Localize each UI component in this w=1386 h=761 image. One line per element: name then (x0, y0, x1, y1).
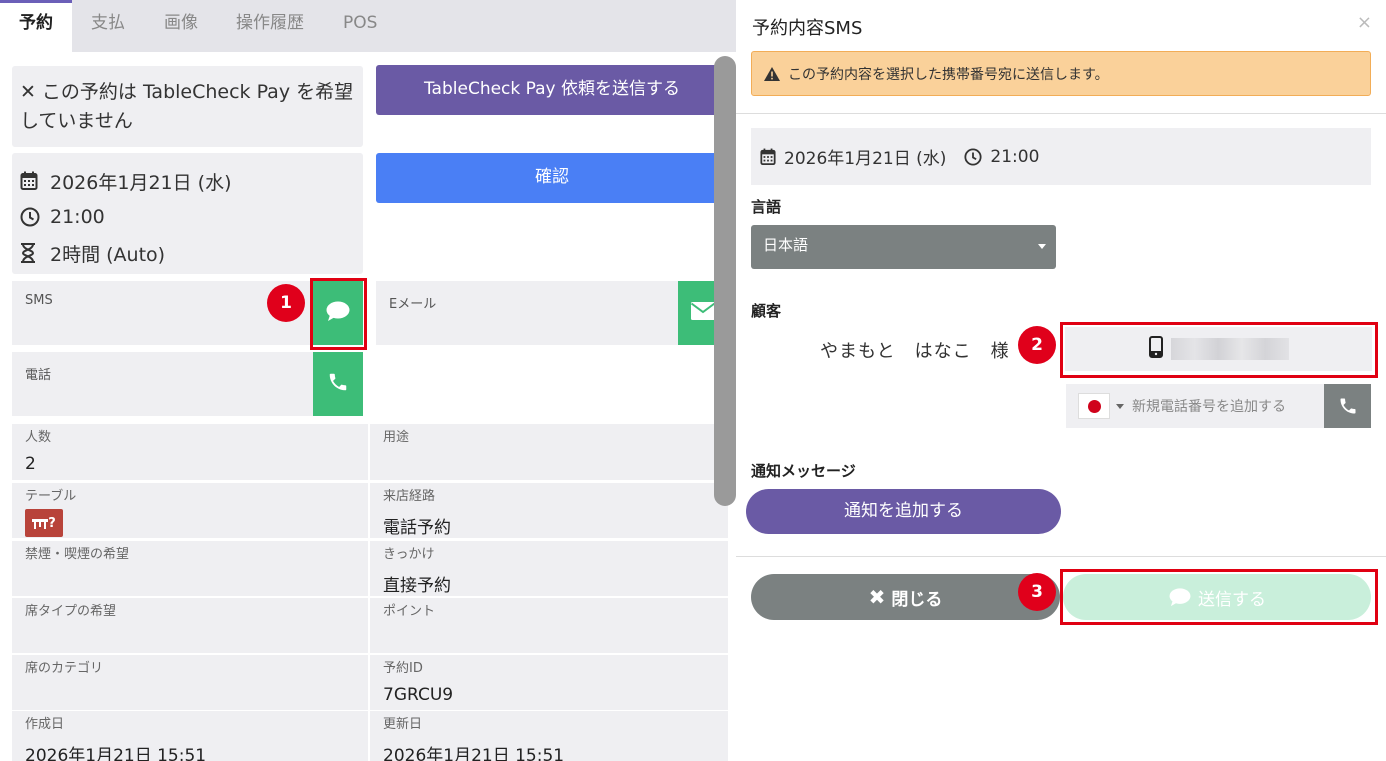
tab-history[interactable]: 操作履歴 (217, 0, 323, 52)
phone-icon (1340, 398, 1355, 414)
close-button-label: 閉じる (891, 589, 943, 610)
detail-key: テーブル (25, 489, 77, 504)
detail-purpose: 用途 (370, 424, 728, 480)
detail-value: 2026年1月21日 15:51 (383, 746, 565, 761)
sms-modal: 予約内容SMS × この予約内容を選択した携帯番号宛に送信します。 2026年1… (736, 0, 1386, 761)
detail-party-size: 人数 2 (12, 424, 368, 480)
email-contact-card: Eメール (376, 281, 728, 345)
customer-label: 顧客 (751, 302, 782, 320)
detail-seat-category: 席のカテゴリ (12, 655, 368, 710)
japan-flag-icon[interactable] (1078, 393, 1110, 419)
detail-key: 作成日 (25, 717, 65, 732)
envelope-icon (690, 301, 716, 325)
x-icon: ✖ (868, 585, 886, 609)
scrollbar[interactable] (714, 56, 736, 506)
detail-key: 席のカテゴリ (25, 661, 104, 676)
detail-value: 2 (25, 454, 36, 474)
reservation-duration: 2時間 (Auto) (50, 243, 166, 266)
modal-date: 2026年1月21日 (水) (784, 149, 947, 169)
new-phone-input[interactable]: 新規電話番号を追加する (1132, 396, 1286, 416)
modal-time: 21:00 (990, 146, 1040, 167)
send-pay-request-button[interactable]: TableCheck Pay 依頼を送信する (376, 65, 728, 115)
detail-key: 用途 (383, 430, 410, 445)
phone-icon (327, 371, 349, 397)
new-phone-input-group: 新規電話番号を追加する (1066, 384, 1371, 428)
pay-status-text: この予約は TableCheck Pay を希望していません (20, 81, 354, 132)
detail-smoking: 禁煙・喫煙の希望 (12, 541, 368, 596)
tab-bar: 予約 支払 画像 操作履歴 POS (0, 0, 736, 52)
tab-payment[interactable]: 支払 (72, 0, 144, 52)
warning-icon (764, 66, 780, 81)
detail-value: 直接予約 (383, 576, 451, 596)
highlight-box-2 (1060, 322, 1378, 378)
detail-key: 予約ID (383, 661, 423, 676)
calendar-icon (760, 148, 776, 166)
alert-text: この予約内容を選択した携帯番号宛に送信します。 (788, 66, 1109, 83)
phone-label: 電話 (25, 368, 52, 383)
detail-value: 7GRCU9 (383, 685, 454, 705)
clock-icon (20, 207, 46, 227)
callout-2: 2 (1018, 326, 1056, 364)
hourglass-icon (20, 243, 46, 263)
detail-reservation-id: 予約ID 7GRCU9 (370, 655, 728, 710)
callout-1: 1 (267, 284, 305, 322)
callout-3: 3 (1018, 573, 1056, 611)
detail-key: 来店経路 (383, 489, 436, 504)
warning-alert: この予約内容を選択した携帯番号宛に送信します。 (751, 51, 1371, 96)
reservation-date: 2026年1月21日 (水) (50, 171, 232, 194)
tab-images[interactable]: 画像 (145, 0, 217, 52)
detail-key: 禁煙・喫煙の希望 (25, 547, 130, 562)
phone-contact-card: 電話 (12, 352, 363, 416)
detail-table: テーブル ? (12, 483, 368, 538)
detail-key: 人数 (25, 430, 52, 445)
badge-label: ? (48, 515, 56, 531)
detail-key: ポイント (383, 604, 436, 619)
detail-seat-type: 席タイプの希望 (12, 598, 368, 653)
datetime-card: 2026年1月21日 (水) 21:00 2時間 (Auto) (12, 153, 363, 274)
reservation-time: 21:00 (50, 206, 105, 228)
calendar-icon (20, 171, 46, 191)
modal-datetime: 2026年1月21日 (水) 21:00 (751, 128, 1371, 185)
detail-points: ポイント (370, 598, 728, 653)
divider (736, 556, 1386, 557)
close-button[interactable]: ✖ 閉じる (751, 574, 1060, 620)
table-unassigned-badge[interactable]: ? (25, 509, 63, 537)
detail-updated: 更新日 2026年1月21日 15:51 (370, 711, 728, 761)
sms-label: SMS (25, 293, 53, 308)
language-label: 言語 (751, 198, 782, 216)
highlight-box-1 (310, 278, 367, 350)
confirm-button[interactable]: 確認 (376, 153, 728, 203)
detail-value: 2026年1月21日 15:51 (25, 746, 207, 761)
detail-trigger: きっかけ 直接予約 (370, 541, 728, 596)
detail-key: 席タイプの希望 (25, 604, 117, 619)
add-notification-button[interactable]: 通知を追加する (746, 489, 1061, 534)
modal-close-icon[interactable]: × (1357, 12, 1372, 33)
email-label: Eメール (389, 297, 437, 312)
detail-created: 作成日 2026年1月21日 15:51 (12, 711, 368, 761)
x-icon: ✕ (20, 81, 36, 103)
pay-status-card: ✕ この予約は TableCheck Pay を希望していません (12, 66, 363, 147)
detail-key: 更新日 (383, 717, 423, 732)
caret-down-icon (1038, 244, 1046, 249)
modal-title: 予約内容SMS (752, 18, 863, 39)
detail-key: きっかけ (383, 547, 435, 562)
add-phone-button[interactable] (1324, 384, 1371, 428)
clock-icon (964, 147, 982, 166)
reservation-panel: 予約 支払 画像 操作履歴 POS ✕ この予約は TableCheck Pay … (0, 0, 736, 761)
language-select[interactable]: 日本語 (751, 225, 1056, 269)
notification-label: 通知メッセージ (751, 462, 856, 480)
detail-value: 電話予約 (383, 518, 451, 538)
phone-button[interactable] (313, 352, 363, 416)
divider (736, 113, 1386, 114)
tab-reservation[interactable]: 予約 (0, 0, 72, 52)
language-value: 日本語 (763, 236, 809, 254)
table-icon (32, 519, 49, 529)
detail-visit-route: 来店経路 電話予約 (370, 483, 728, 538)
customer-name: やまもと はなこ 様 (820, 341, 1010, 362)
highlight-box-3 (1060, 569, 1378, 625)
tab-pos[interactable]: POS (324, 0, 396, 52)
caret-down-icon[interactable] (1116, 403, 1124, 409)
